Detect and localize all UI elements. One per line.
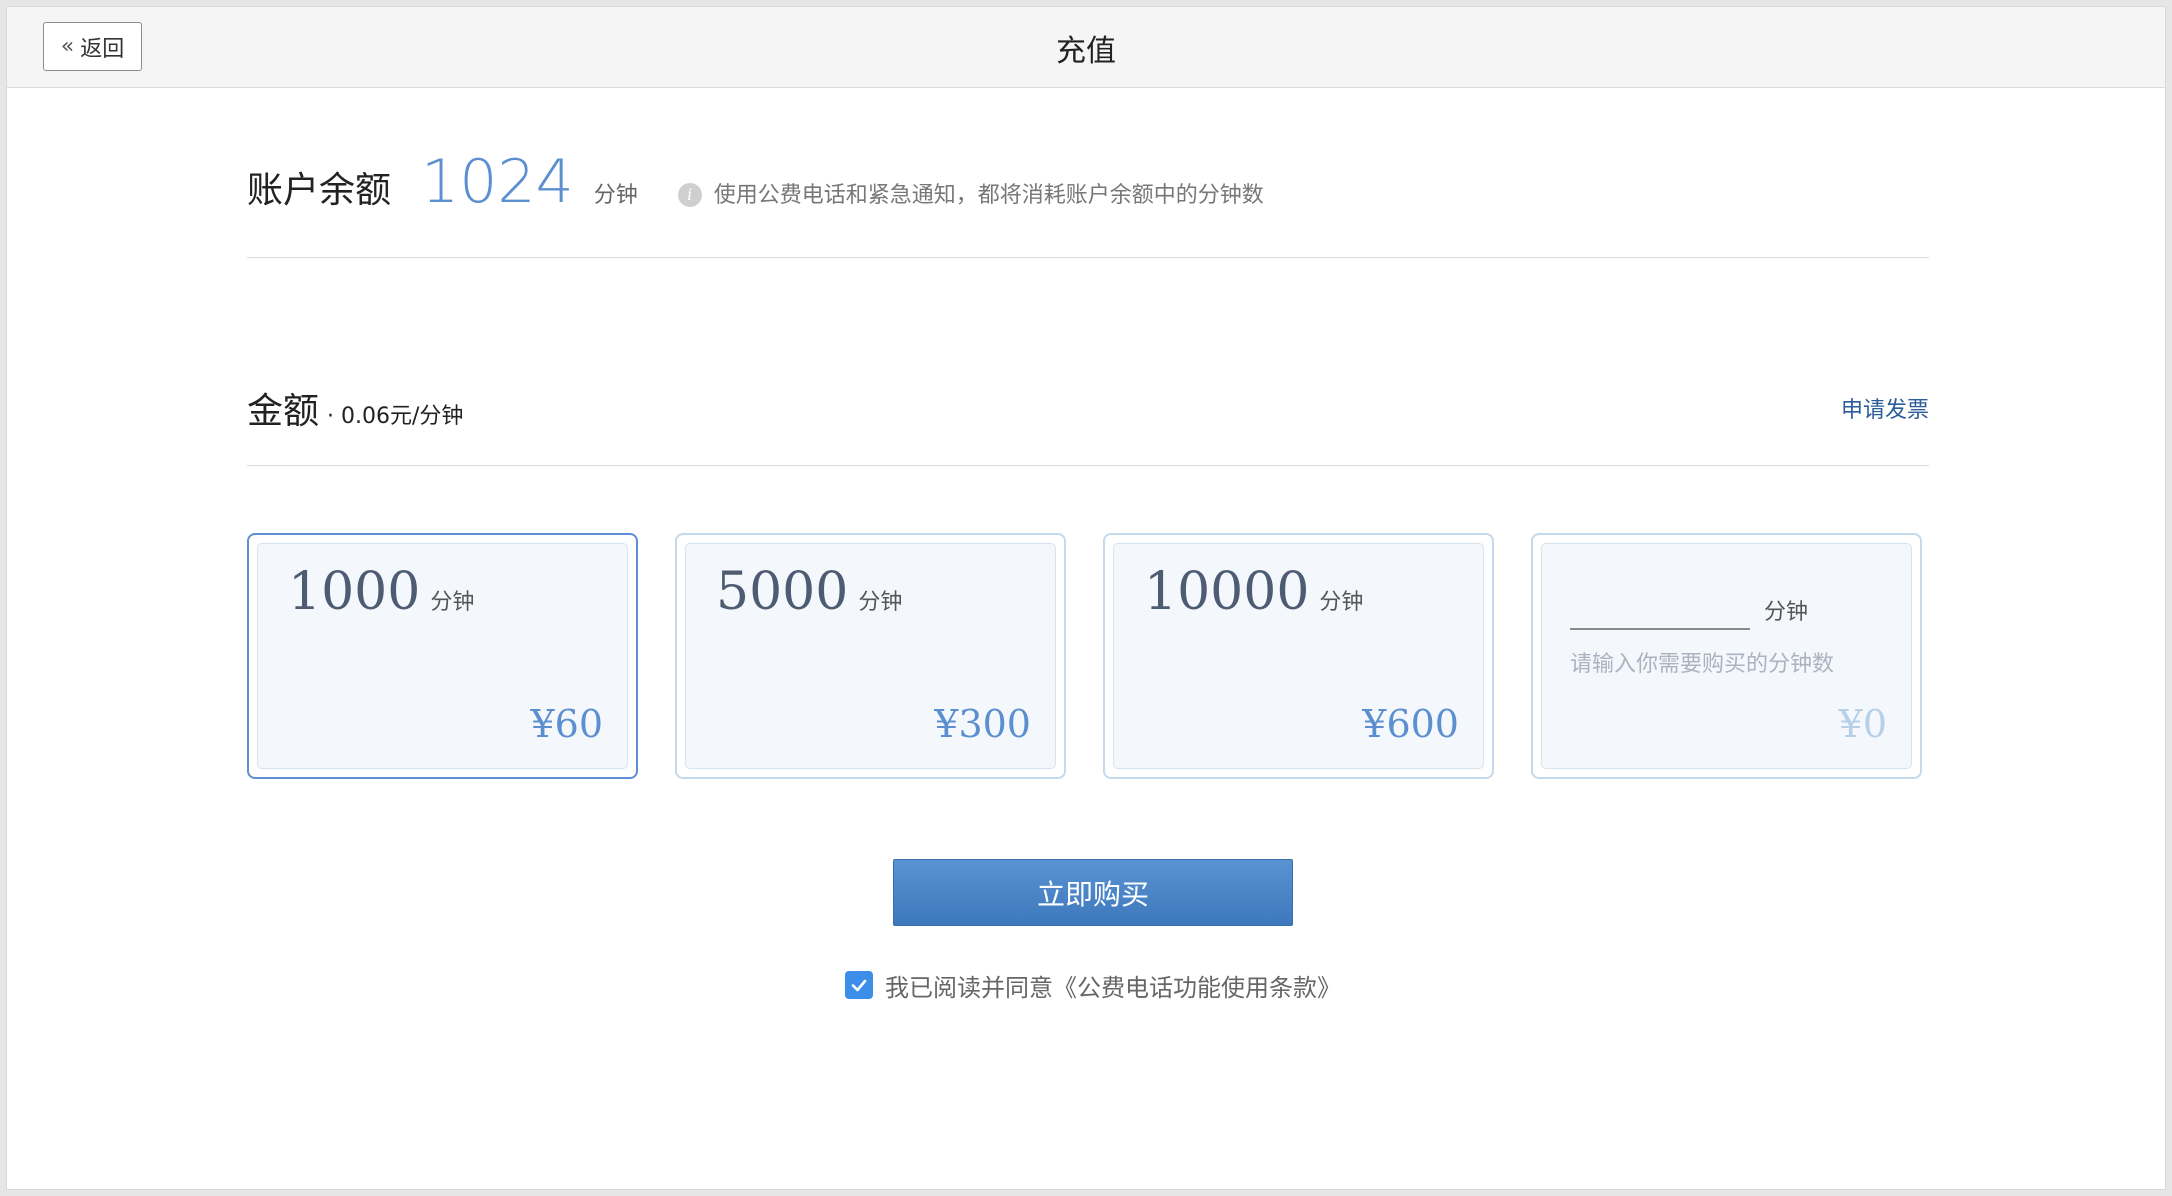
double-chevron-left-icon: « — [60, 33, 75, 59]
amount-rate: · 0.06元/分钟 — [327, 404, 464, 429]
package-minutes: 1000 — [288, 562, 421, 622]
package-card-10000[interactable]: 10000 分钟 ¥600 — [1103, 533, 1494, 779]
package-minutes: 10000 — [1144, 562, 1310, 622]
amount-label: 金额 — [247, 391, 320, 432]
package-unit: 分钟 — [430, 590, 475, 615]
recharge-window: 充值 « 返回 账户余额 1024 分钟 i 使用公费电话和紧急通知，都将消耗账… — [6, 6, 2166, 1190]
package-price: ¥600 — [1362, 702, 1459, 746]
package-price: ¥60 — [530, 702, 603, 746]
checkmark-icon — [851, 979, 867, 992]
package-unit: 分钟 — [858, 590, 903, 615]
balance-value: 1024 — [421, 147, 574, 217]
back-button-label: 返回 — [80, 36, 125, 62]
amount-divider — [247, 465, 1929, 466]
custom-unit: 分钟 — [1764, 600, 1809, 625]
balance-label: 账户余额 — [247, 170, 392, 211]
agreement-checkbox[interactable] — [845, 971, 873, 999]
balance-unit: 分钟 — [593, 183, 638, 208]
info-icon: i — [677, 182, 702, 207]
custom-minutes-input[interactable] — [1570, 594, 1750, 630]
balance-note: 使用公费电话和紧急通知，都将消耗账户余额中的分钟数 — [713, 183, 1264, 208]
buy-now-button[interactable]: 立即购买 — [893, 859, 1293, 926]
page-title: 充值 — [1056, 33, 1116, 69]
page-header: 充值 « 返回 — [7, 7, 2165, 88]
package-cards: 1000 分钟 ¥60 5000 分钟 ¥300 10000 分钟 ¥600 分… — [247, 533, 1929, 779]
custom-package-price: ¥0 — [1838, 702, 1887, 746]
package-card-custom[interactable]: 分钟 请输入你需要购买的分钟数 ¥0 — [1531, 533, 1922, 779]
agreement-row: 我已阅读并同意《公费电话功能使用条款》 — [845, 968, 1341, 1003]
amount-row: 金额 · 0.06元/分钟 — [247, 382, 1929, 432]
agreement-text[interactable]: 我已阅读并同意《公费电话功能使用条款》 — [885, 968, 1341, 1003]
back-button[interactable]: « 返回 — [43, 22, 142, 71]
balance-row: 账户余额 1024 分钟 i 使用公费电话和紧急通知，都将消耗账户余额中的分钟数 — [247, 147, 1929, 217]
package-card-1000[interactable]: 1000 分钟 ¥60 — [247, 533, 638, 779]
package-card-5000[interactable]: 5000 分钟 ¥300 — [675, 533, 1066, 779]
package-unit: 分钟 — [1319, 590, 1364, 615]
package-minutes: 5000 — [716, 562, 849, 622]
balance-divider — [247, 257, 1929, 258]
package-price: ¥300 — [934, 702, 1031, 746]
apply-invoice-link[interactable]: 申请发票 — [1841, 392, 1929, 424]
custom-minutes-hint: 请输入你需要购买的分钟数 — [1570, 652, 1835, 677]
